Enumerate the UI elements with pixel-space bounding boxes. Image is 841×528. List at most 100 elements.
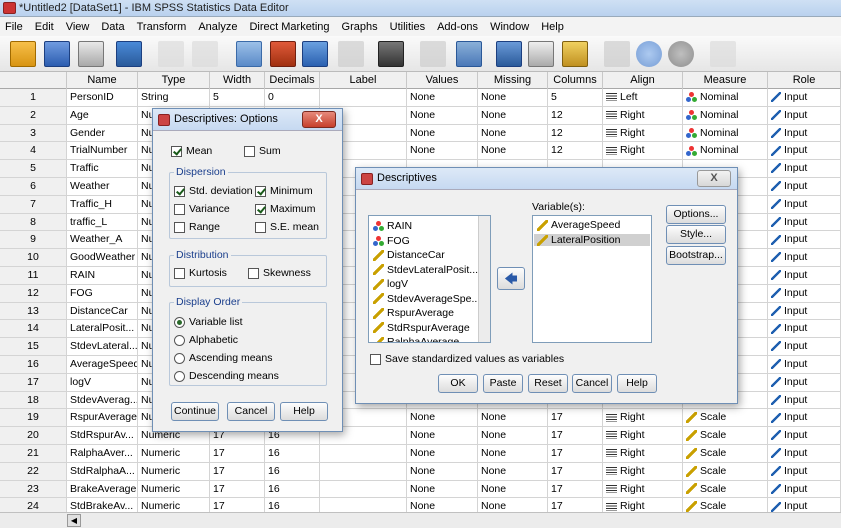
grid-cell[interactable]: Traffic_H [67, 195, 138, 214]
grid-cell[interactable]: AverageSpeed [67, 356, 138, 374]
grid-cell[interactable]: Input [768, 89, 841, 107]
grid-cell[interactable]: 17 [210, 462, 265, 481]
style-button[interactable]: Style... [666, 225, 726, 244]
grid-cell[interactable]: Right [603, 480, 683, 499]
source-variable-item[interactable]: RalphaAverage [373, 336, 459, 342]
grid-cell[interactable]: Gender [67, 124, 138, 143]
grid-cell[interactable]: None [478, 124, 548, 143]
selected-variable-item[interactable]: AverageSpeed [537, 219, 620, 231]
grid-cell[interactable]: Scale [683, 462, 768, 481]
grid-cell[interactable]: Input [768, 302, 841, 321]
grid-cell[interactable]: Input [768, 284, 841, 303]
redo-icon[interactable] [192, 41, 218, 67]
mean-checkbox[interactable]: Mean [171, 145, 212, 157]
grid-cell[interactable]: Input [768, 231, 841, 250]
open-folder-icon[interactable] [10, 41, 36, 67]
header-decimals[interactable]: Decimals [265, 72, 320, 89]
grid-cell[interactable]: None [407, 480, 478, 499]
selected-variable-item[interactable]: LateralPosition [534, 234, 650, 246]
grid-cell[interactable]: None [407, 409, 478, 428]
grid-cell[interactable]: Input [768, 142, 841, 161]
variables-icon[interactable] [302, 41, 328, 67]
source-list-scrollbar[interactable] [478, 216, 490, 342]
header-name[interactable]: Name [67, 72, 138, 89]
grid-cell[interactable]: Nominal [683, 89, 768, 107]
grid-cell[interactable] [320, 445, 407, 463]
grid-cell[interactable]: None [478, 445, 548, 463]
insert-cases-icon[interactable] [420, 41, 446, 67]
grid-cell[interactable]: Input [768, 373, 841, 392]
header-label[interactable]: Label [320, 72, 407, 89]
grid-cell[interactable]: StdevAverag... [67, 391, 138, 410]
grid-cell[interactable]: Input [768, 480, 841, 499]
grid-cell[interactable]: Nominal [683, 142, 768, 161]
grid-cell[interactable]: Right [603, 142, 683, 161]
grid-cell[interactable]: None [407, 142, 478, 161]
menu-help[interactable]: Help [535, 21, 570, 33]
grid-cell[interactable]: logV [67, 373, 138, 392]
header-measure[interactable]: Measure [683, 72, 768, 89]
grid-cell[interactable]: PersonID [67, 89, 138, 107]
source-variable-item[interactable]: logV [373, 278, 408, 290]
goto-variable-icon[interactable] [270, 41, 296, 67]
menu-analyze[interactable]: Analyze [192, 21, 243, 33]
grid-cell[interactable]: Right [603, 445, 683, 463]
skewness-checkbox[interactable]: Skewness [248, 267, 311, 279]
grid-cell[interactable]: 17 [548, 409, 603, 428]
insert-variable-icon[interactable] [456, 41, 482, 67]
options-button[interactable]: Options... [666, 205, 726, 224]
grid-cell[interactable]: DistanceCar [67, 302, 138, 321]
order-alphabetic-radio[interactable]: Alphabetic [174, 334, 238, 346]
range-checkbox[interactable]: Range [174, 221, 220, 233]
header-type[interactable]: Type [138, 72, 210, 89]
source-variable-item[interactable]: RspurAverage [373, 307, 454, 319]
grid-cell[interactable]: 17 [210, 445, 265, 463]
grid-cell[interactable]: Input [768, 249, 841, 267]
select-cases-icon[interactable] [562, 41, 588, 67]
grid-cell[interactable]: None [407, 462, 478, 481]
grid-cell[interactable]: 17 [210, 480, 265, 499]
cancel-button[interactable]: Cancel [572, 374, 612, 393]
find-binoculars-icon[interactable] [378, 41, 404, 67]
grid-cell[interactable]: None [478, 142, 548, 161]
grid-cell[interactable]: Input [768, 391, 841, 410]
grid-cell[interactable]: 16 [265, 445, 320, 463]
grid-cell[interactable]: Input [768, 213, 841, 232]
grid-cell[interactable]: 5 [210, 89, 265, 107]
grid-cell[interactable]: Weather_A [67, 231, 138, 250]
grid-cell[interactable]: Numeric [138, 462, 210, 481]
grid-cell[interactable]: traffic_L [67, 213, 138, 232]
horizontal-scrollbar[interactable]: ◀ [0, 512, 841, 528]
maximum-checkbox[interactable]: Maximum [255, 203, 316, 215]
se-mean-checkbox[interactable]: S.E. mean [255, 221, 319, 233]
menu-graphs[interactable]: Graphs [336, 21, 384, 33]
bootstrap-button[interactable]: Bootstrap... [666, 246, 726, 265]
goto-case-icon[interactable] [236, 41, 262, 67]
sum-checkbox[interactable]: Sum [244, 145, 281, 157]
spell-check-icon[interactable] [710, 41, 736, 67]
grid-cell[interactable]: None [478, 89, 548, 107]
grid-cell[interactable]: Right [603, 124, 683, 143]
grid-cell[interactable]: None [407, 106, 478, 125]
header-role[interactable]: Role [768, 72, 841, 89]
paste-button[interactable]: Paste [483, 374, 523, 393]
std-deviation-checkbox[interactable]: Std. deviation [174, 185, 253, 197]
grid-cell[interactable]: Input [768, 320, 841, 339]
grid-cell[interactable]: 16 [265, 462, 320, 481]
menu-direct-marketing[interactable]: Direct Marketing [243, 21, 335, 33]
grid-cell[interactable]: Nominal [683, 106, 768, 125]
grid-cell[interactable]: Scale [683, 445, 768, 463]
grid-cell[interactable]: 17 [548, 462, 603, 481]
grid-cell[interactable]: Right [603, 106, 683, 125]
grid-cell[interactable]: Input [768, 338, 841, 356]
grid-cell[interactable]: None [407, 89, 478, 107]
grid-cell[interactable]: TrialNumber [67, 142, 138, 161]
header-columns[interactable]: Columns [548, 72, 603, 89]
grid-cell[interactable]: Numeric [138, 445, 210, 463]
source-variable-item[interactable]: StdevAverageSpe... [373, 293, 480, 305]
menu-window[interactable]: Window [484, 21, 535, 33]
grid-cell[interactable]: None [407, 124, 478, 143]
show-all-variables-icon[interactable] [668, 41, 694, 67]
grid-cell[interactable]: Input [768, 195, 841, 214]
options-cancel-button[interactable]: Cancel [227, 402, 275, 421]
